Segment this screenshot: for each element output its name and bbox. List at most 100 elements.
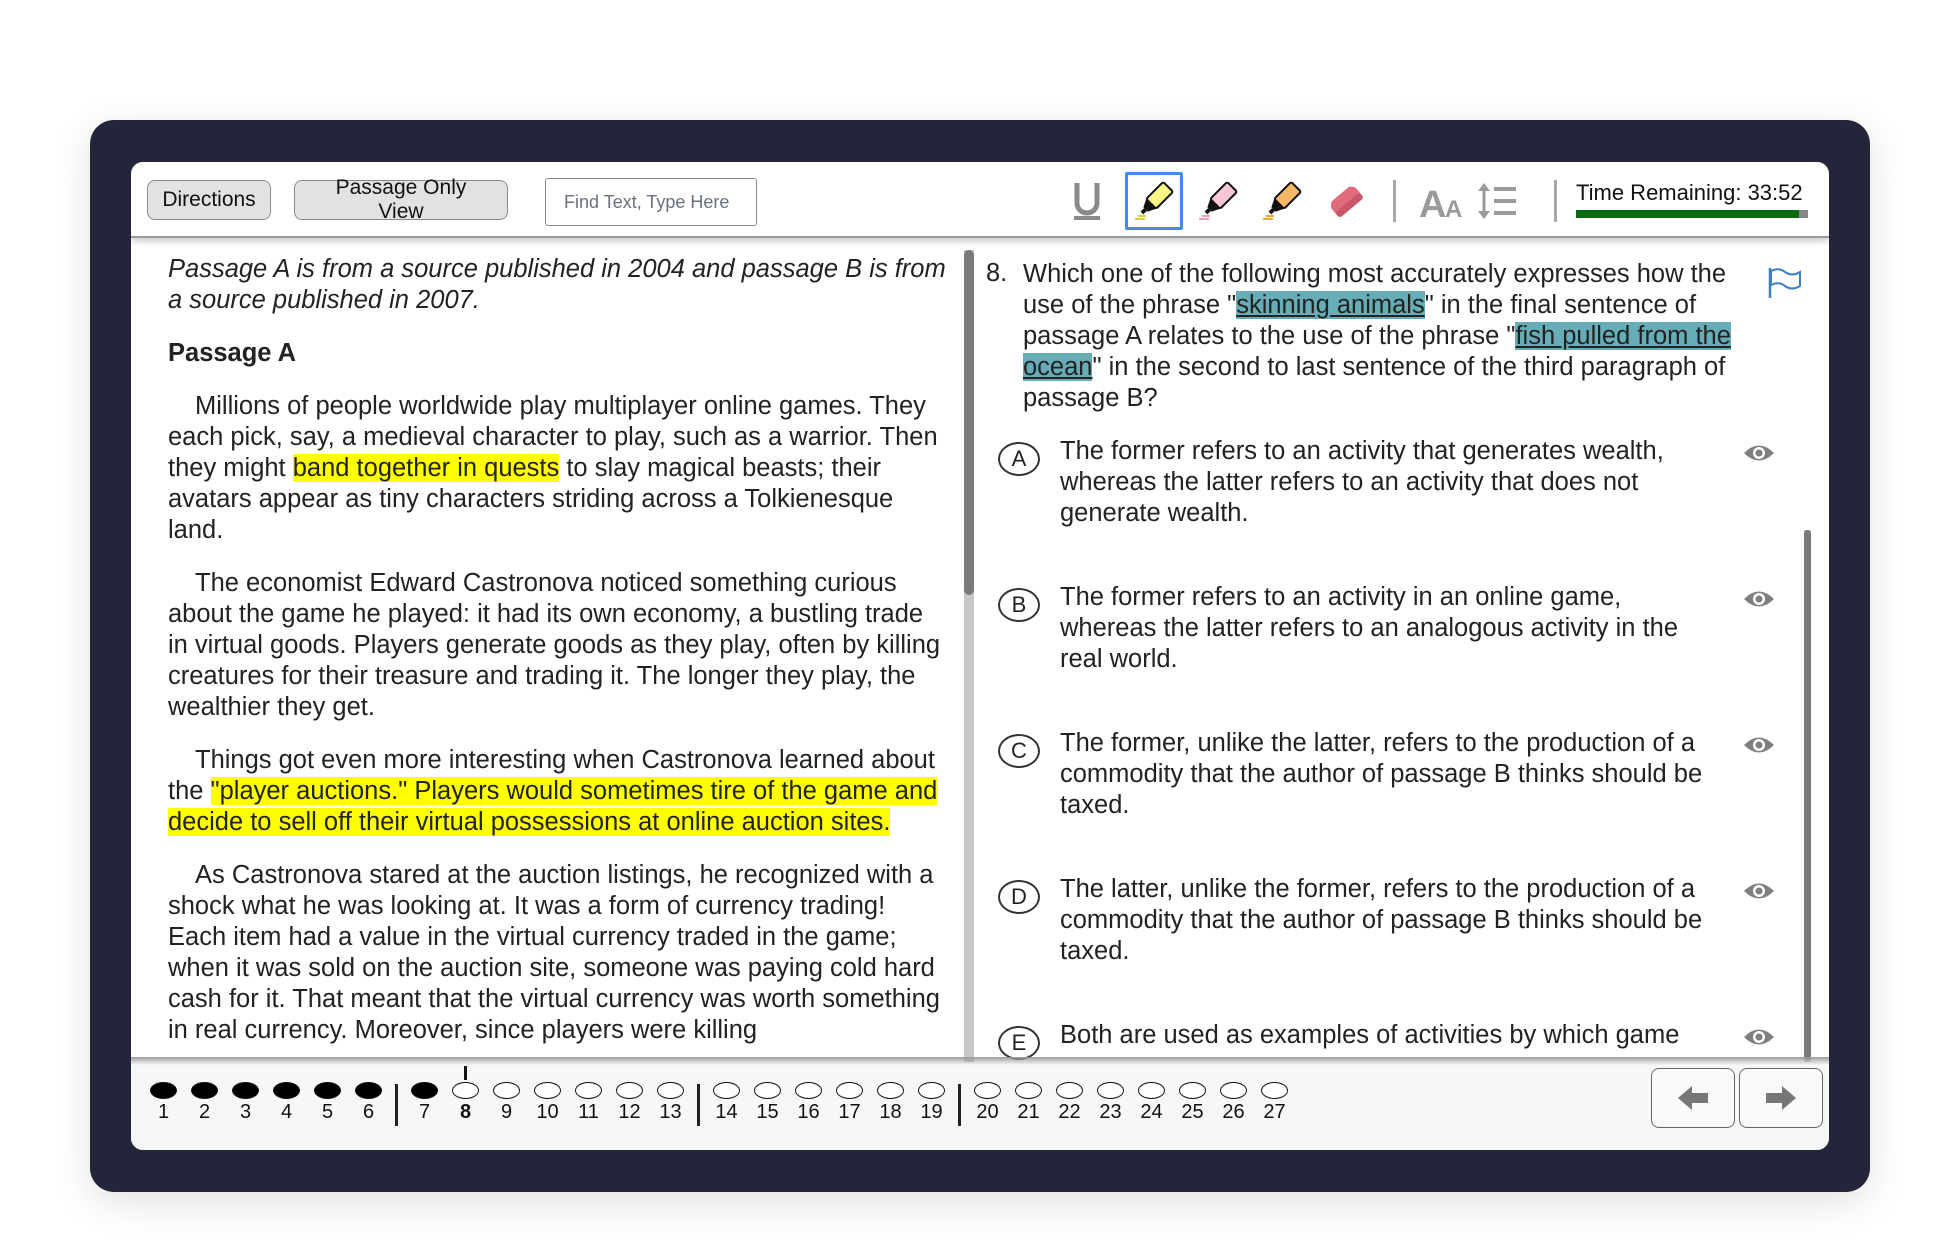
- highlighter-yellow-tool[interactable]: [1125, 172, 1183, 230]
- question-nav-item[interactable]: 14: [706, 1076, 747, 1124]
- previous-question-button[interactable]: [1651, 1068, 1735, 1128]
- eye-icon: [1744, 445, 1774, 461]
- question-nav-item[interactable]: 11: [568, 1076, 609, 1124]
- unanswered-dot: [1138, 1082, 1165, 1099]
- question-nav-item[interactable]: 27: [1254, 1076, 1295, 1124]
- question-nav-number: 13: [659, 1101, 682, 1123]
- question-nav-number: 27: [1263, 1101, 1286, 1123]
- paragraph-text: As Castronova stared at the auction list…: [168, 861, 940, 1044]
- strikeout-toggle[interactable]: [1743, 588, 1775, 615]
- question-nav-item[interactable]: 18: [870, 1076, 911, 1124]
- flag-icon: [1768, 268, 1801, 298]
- question-stem: Which one of the following most accurate…: [1023, 259, 1763, 414]
- toolbar-separator: [1393, 180, 1396, 222]
- next-question-button[interactable]: [1739, 1068, 1823, 1128]
- question-nav-number: 17: [838, 1101, 861, 1123]
- question-navigator: 1 2 3 4 5 6 7 8 9 10 11 12 13 14 15 16 17 18 19 20 21 22 23 24 2…: [131, 1062, 1829, 1150]
- question-nav-number: 8: [459, 1101, 472, 1123]
- answer-text: The former refers to an activity in an o…: [1060, 583, 1679, 673]
- arrow-left-icon: [1678, 1086, 1708, 1110]
- passage-pane: Passage A is from a source published in …: [131, 240, 969, 1064]
- toolbar: Directions Passage Only View Find Text, …: [131, 162, 1829, 238]
- line-spacing-tool[interactable]: [1469, 172, 1527, 230]
- highlighter-yellow-icon: [1135, 181, 1174, 220]
- question-nav-item[interactable]: 10: [527, 1076, 568, 1124]
- unanswered-dot: [1220, 1082, 1247, 1099]
- question-nav-item[interactable]: 21: [1008, 1076, 1049, 1124]
- answered-dot: [273, 1082, 300, 1099]
- answered-dot: [150, 1082, 177, 1099]
- directions-button[interactable]: Directions: [147, 180, 271, 220]
- eye-icon: [1744, 737, 1774, 753]
- answer-bubble[interactable]: A: [998, 442, 1040, 476]
- highlighter-orange-tool[interactable]: [1253, 172, 1311, 230]
- strikeout-toggle[interactable]: [1743, 734, 1775, 761]
- unanswered-dot: [795, 1082, 822, 1099]
- question-nav-item[interactable]: 23: [1090, 1076, 1131, 1124]
- question-nav-item[interactable]: 7: [404, 1076, 445, 1124]
- underline-tool[interactable]: [1058, 172, 1116, 230]
- reference-link[interactable]: skinning animals: [1236, 291, 1425, 319]
- answered-dot: [314, 1082, 341, 1099]
- strikeout-toggle[interactable]: [1743, 1026, 1775, 1053]
- answered-dot: [232, 1082, 259, 1099]
- eraser-icon: [1330, 186, 1363, 217]
- question-nav-item[interactable]: 24: [1131, 1076, 1172, 1124]
- question-nav-item[interactable]: 4: [266, 1076, 307, 1124]
- eraser-tool[interactable]: [1317, 172, 1375, 230]
- toolbar-separator: [1554, 180, 1557, 222]
- question-nav-number: 18: [879, 1101, 902, 1123]
- find-text-input[interactable]: [545, 178, 757, 226]
- question-nav-item[interactable]: 9: [486, 1076, 527, 1124]
- strikeout-toggle[interactable]: [1743, 442, 1775, 469]
- question-nav-item[interactable]: 8: [445, 1066, 486, 1124]
- flag-question-button[interactable]: [1767, 266, 1803, 305]
- answer-bubble[interactable]: E: [998, 1026, 1040, 1060]
- strikeout-toggle[interactable]: [1743, 880, 1775, 907]
- question-nav-item[interactable]: 19: [911, 1076, 952, 1124]
- question-nav-item[interactable]: 20: [967, 1076, 1008, 1124]
- question-nav-number: 10: [536, 1101, 559, 1123]
- options-scrollbar-thumb[interactable]: [1804, 530, 1811, 1060]
- highlighter-pink-tool[interactable]: [1189, 172, 1247, 230]
- unanswered-dot: [1261, 1082, 1288, 1099]
- question-nav-item[interactable]: 5: [307, 1076, 348, 1124]
- question-nav-item[interactable]: 2: [184, 1076, 225, 1124]
- section-separator: [697, 1084, 700, 1126]
- question-nav-item[interactable]: 1: [143, 1076, 184, 1124]
- question-nav-number: 2: [198, 1101, 211, 1123]
- passage-scrollbar-thumb[interactable]: [964, 250, 974, 595]
- question-nav-number: 16: [797, 1101, 820, 1123]
- font-size-tool[interactable]: A A: [1413, 172, 1471, 230]
- question-nav-item[interactable]: 12: [609, 1076, 650, 1124]
- answer-bubble[interactable]: C: [998, 734, 1040, 768]
- answer-text: The former, unlike the latter, refers to…: [1060, 729, 1703, 819]
- unanswered-dot: [657, 1082, 684, 1099]
- question-nav-item[interactable]: 22: [1049, 1076, 1090, 1124]
- question-nav-number: 24: [1140, 1101, 1163, 1123]
- question-nav-item[interactable]: 17: [829, 1076, 870, 1124]
- answer-bubble[interactable]: D: [998, 880, 1040, 914]
- answered-dot: [411, 1082, 438, 1099]
- question-nav-item[interactable]: 13: [650, 1076, 691, 1124]
- question-nav-item[interactable]: 3: [225, 1076, 266, 1124]
- question-nav-item[interactable]: 26: [1213, 1076, 1254, 1124]
- section-separator: [395, 1084, 398, 1126]
- highlighter-pink-icon: [1199, 181, 1238, 220]
- question-nav-number: 1: [157, 1101, 170, 1123]
- unanswered-dot: [616, 1082, 643, 1099]
- question-nav-item[interactable]: 16: [788, 1076, 829, 1124]
- question-nav-number: 26: [1222, 1101, 1245, 1123]
- passage-paragraph: Millions of people worldwide play multip…: [168, 391, 949, 546]
- unanswered-dot: [1015, 1082, 1042, 1099]
- answer-bubble[interactable]: B: [998, 588, 1040, 622]
- passage-only-view-button[interactable]: Passage Only View: [294, 176, 508, 223]
- unanswered-dot: [1056, 1082, 1083, 1099]
- question-nav-item[interactable]: 25: [1172, 1076, 1213, 1124]
- highlighted-text[interactable]: "player auctions." Players would sometim…: [168, 777, 938, 836]
- highlighted-text[interactable]: band together in quests: [292, 454, 560, 482]
- question-nav-item[interactable]: 15: [747, 1076, 788, 1124]
- unanswered-dot: [836, 1082, 863, 1099]
- bottom-shadow: [131, 1057, 1829, 1065]
- question-nav-item[interactable]: 6: [348, 1076, 389, 1124]
